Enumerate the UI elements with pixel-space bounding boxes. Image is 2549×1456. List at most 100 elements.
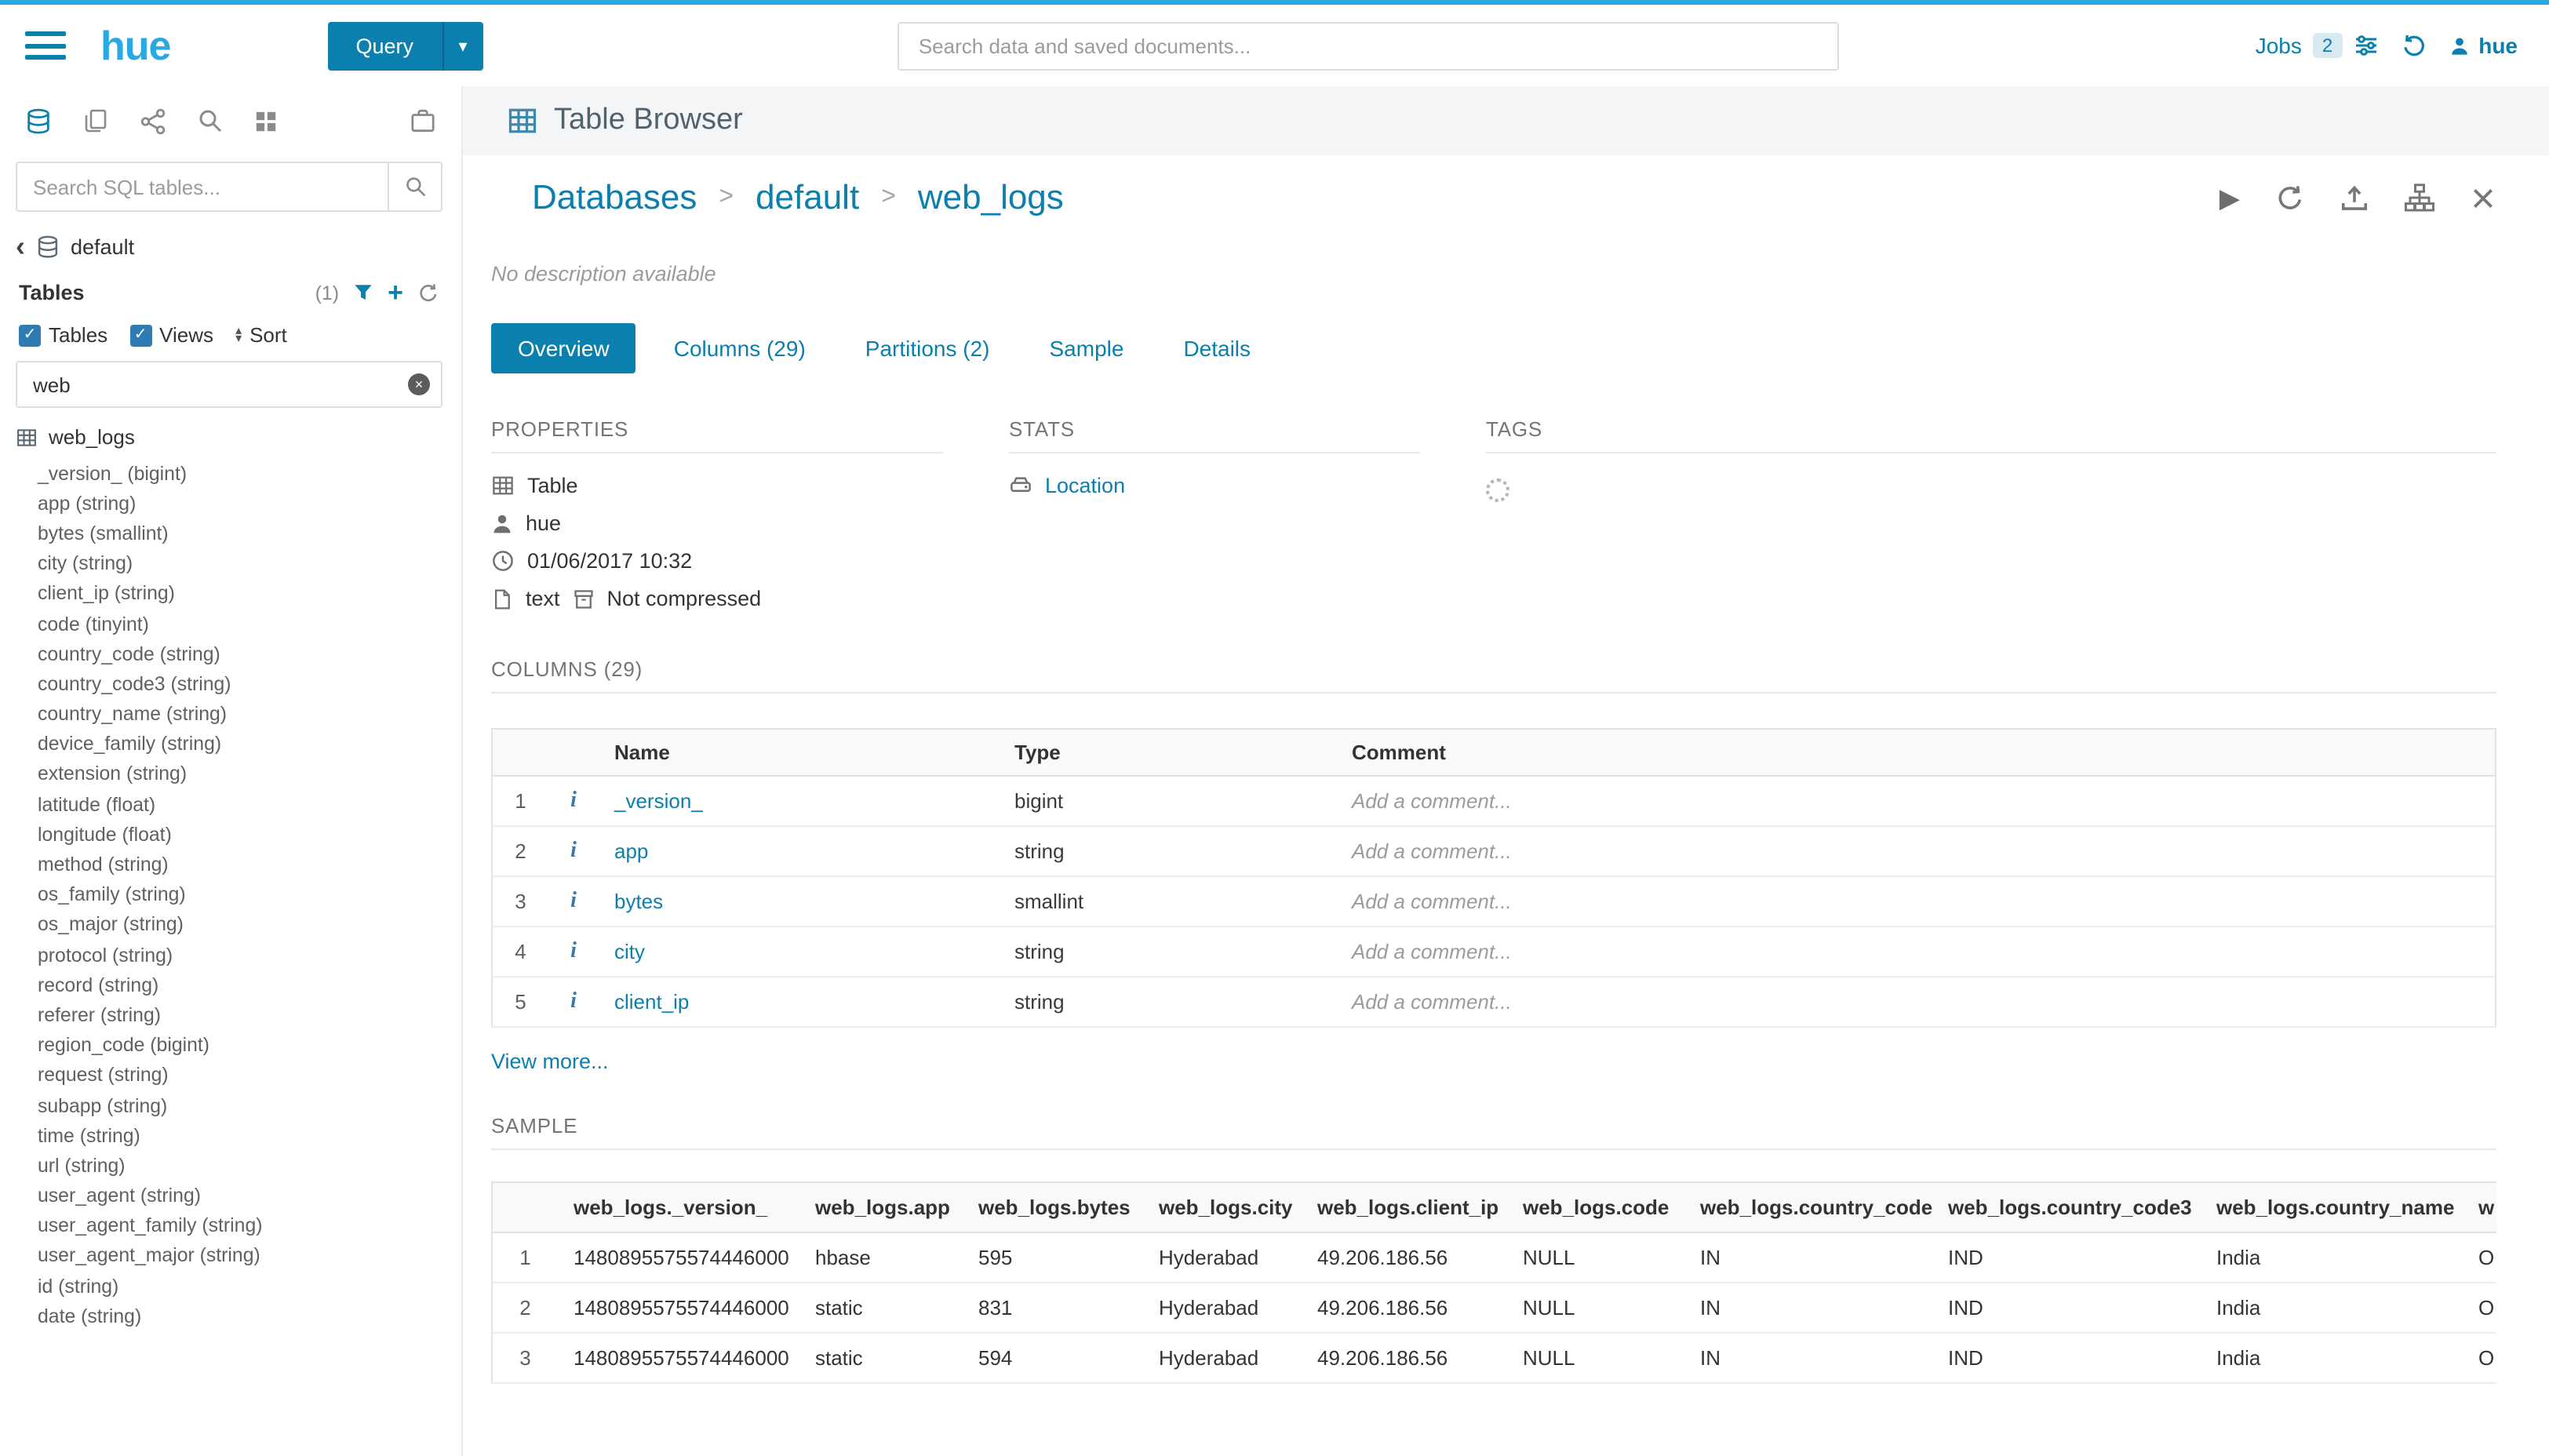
briefcase-icon[interactable]	[410, 107, 436, 134]
sort-toggle[interactable]: ▴▾ Sort	[235, 323, 287, 347]
sidebar-column-item[interactable]: request (string)	[0, 1061, 461, 1090]
sidebar-column-item[interactable]: date (string)	[0, 1301, 461, 1331]
tab-partitions[interactable]: Partitions (2)	[843, 323, 1012, 373]
column-name-link[interactable]: bytes	[614, 890, 663, 913]
breadcrumb-databases[interactable]: Databases	[532, 177, 697, 218]
sample-cell: NULL	[1507, 1283, 1684, 1333]
sidebar-column-item[interactable]: latitude (float)	[0, 789, 461, 819]
sidebar-column-item[interactable]: url (string)	[0, 1151, 461, 1181]
property-created-value: 01/06/2017 10:32	[527, 549, 692, 573]
info-icon[interactable]: i	[570, 839, 577, 863]
table-filter-input[interactable]	[16, 361, 442, 408]
sidebar-search-button[interactable]	[388, 163, 441, 210]
filter-funnel-icon[interactable]	[353, 282, 373, 303]
apps-grid-icon[interactable]	[254, 109, 278, 133]
sidebar-column-item[interactable]: country_name (string)	[0, 699, 461, 729]
column-comment[interactable]: Add a comment...	[1336, 926, 2495, 977]
sidebar-column-item[interactable]: time (string)	[0, 1120, 461, 1150]
sidebar-column-item[interactable]: device_family (string)	[0, 729, 461, 759]
tab-details[interactable]: Details	[1161, 323, 1273, 373]
history-icon[interactable]	[2400, 32, 2427, 59]
info-icon[interactable]: i	[570, 940, 577, 963]
sidebar-column-item[interactable]: client_ip (string)	[0, 579, 461, 609]
sidebar-column-item[interactable]: record (string)	[0, 970, 461, 999]
sidebar-column-item[interactable]: bytes (smallint)	[0, 519, 461, 548]
sidebar-column-item[interactable]: referer (string)	[0, 1000, 461, 1030]
tables-checkbox[interactable]: ✓ Tables	[19, 323, 107, 347]
column-row-number: 5	[492, 977, 548, 1027]
jobs-link[interactable]: Jobs	[2256, 33, 2302, 58]
sidebar-column-item[interactable]: subapp (string)	[0, 1090, 461, 1120]
breadcrumb-database-default[interactable]: default	[756, 177, 859, 218]
columns-section-title: COLUMNS (29)	[491, 657, 2496, 693]
column-name-link[interactable]: app	[614, 839, 648, 863]
sample-cell: IN	[1684, 1232, 1932, 1283]
views-checkbox[interactable]: ✓ Views	[129, 323, 213, 347]
column-name-link[interactable]: _version_	[614, 789, 703, 813]
database-name[interactable]: default	[71, 235, 134, 258]
column-comment[interactable]: Add a comment...	[1336, 876, 2495, 926]
info-icon[interactable]: i	[570, 890, 577, 913]
sitemap-lineage-icon[interactable]	[2403, 182, 2434, 213]
sidebar-column-item[interactable]: region_code (bigint)	[0, 1030, 461, 1060]
refresh-table-icon[interactable]	[2274, 183, 2304, 213]
add-table-icon[interactable]: +	[388, 279, 403, 306]
column-comment[interactable]: Add a comment...	[1336, 776, 2495, 826]
global-search-input[interactable]	[898, 21, 1840, 70]
database-icon	[36, 235, 60, 258]
sidebar-column-item[interactable]: country_code3 (string)	[0, 669, 461, 699]
user-menu[interactable]: hue	[2449, 33, 2518, 58]
query-button[interactable]: Query ▾	[327, 21, 482, 70]
sidebar-column-item[interactable]: app (string)	[0, 488, 461, 518]
sidebar-column-item[interactable]: os_major (string)	[0, 910, 461, 940]
sidebar-column-item[interactable]: extension (string)	[0, 759, 461, 789]
view-more-link[interactable]: View more...	[491, 1050, 609, 1073]
tab-sample[interactable]: Sample	[1028, 323, 1146, 373]
sidebar-table-web-logs[interactable]: web_logs	[0, 408, 461, 455]
tab-overview[interactable]: Overview	[491, 323, 636, 373]
info-icon[interactable]: i	[570, 789, 577, 813]
columns-table: Name Type Comment 1 i _version_ bigint	[491, 728, 2496, 1028]
sidebar-column-item[interactable]: country_code (string)	[0, 639, 461, 668]
sample-cell: NULL	[1507, 1232, 1684, 1283]
sidebar-column-item[interactable]: _version_ (bigint)	[0, 458, 461, 488]
search-assist-icon[interactable]	[198, 108, 223, 133]
sidebar-column-item[interactable]: user_agent_major (string)	[0, 1241, 461, 1271]
sidebar-column-item[interactable]: protocol (string)	[0, 940, 461, 970]
sidebar-column-item[interactable]: user_agent_family (string)	[0, 1210, 461, 1240]
sidebar-column-item[interactable]: user_agent (string)	[0, 1181, 461, 1210]
chevron-left-icon[interactable]: ‹	[16, 232, 25, 260]
sidebar-search-input[interactable]	[17, 163, 388, 210]
hue-logo[interactable]: hue	[100, 21, 170, 70]
refresh-icon[interactable]	[417, 282, 439, 304]
column-name-link[interactable]: client_ip	[614, 990, 689, 1014]
property-format-compression: text Not compressed	[491, 587, 943, 610]
upload-icon[interactable]	[2339, 183, 2369, 213]
close-icon[interactable]	[2469, 184, 2496, 211]
column-name-link[interactable]: city	[614, 940, 645, 963]
query-table-play-icon[interactable]: ▶	[2219, 184, 2240, 211]
sidebar-column-item[interactable]: code (tinyint)	[0, 609, 461, 639]
info-icon[interactable]: i	[570, 990, 577, 1014]
column-comment[interactable]: Add a comment...	[1336, 826, 2495, 876]
sliders-icon[interactable]	[2353, 33, 2378, 58]
hamburger-menu-icon[interactable]	[25, 31, 66, 60]
sidebar-column-item[interactable]: method (string)	[0, 850, 461, 879]
column-comment[interactable]: Add a comment...	[1336, 977, 2495, 1027]
query-button-label[interactable]: Query	[327, 21, 442, 70]
sidebar-column-item[interactable]: longitude (float)	[0, 820, 461, 850]
sidebar-column-item[interactable]: city (string)	[0, 548, 461, 578]
query-caret-down-icon[interactable]: ▾	[442, 21, 482, 70]
tables-header: Tables	[19, 281, 85, 304]
database-assist-icon[interactable]	[25, 107, 52, 134]
sidebar-column-item[interactable]: id (string)	[0, 1271, 461, 1301]
sidebar-column-item[interactable]: os_family (string)	[0, 879, 461, 909]
tab-columns[interactable]: Columns (29)	[652, 323, 828, 373]
location-link[interactable]: Location	[1045, 474, 1125, 497]
sample-row-number: 1	[492, 1232, 558, 1283]
sample-column-header: w	[2463, 1182, 2496, 1232]
documents-assist-icon[interactable]	[83, 108, 108, 133]
clear-filter-icon[interactable]: ×	[408, 373, 430, 395]
breadcrumb-table-web-logs[interactable]: web_logs	[918, 177, 1064, 218]
workflow-assist-icon[interactable]	[140, 107, 166, 134]
